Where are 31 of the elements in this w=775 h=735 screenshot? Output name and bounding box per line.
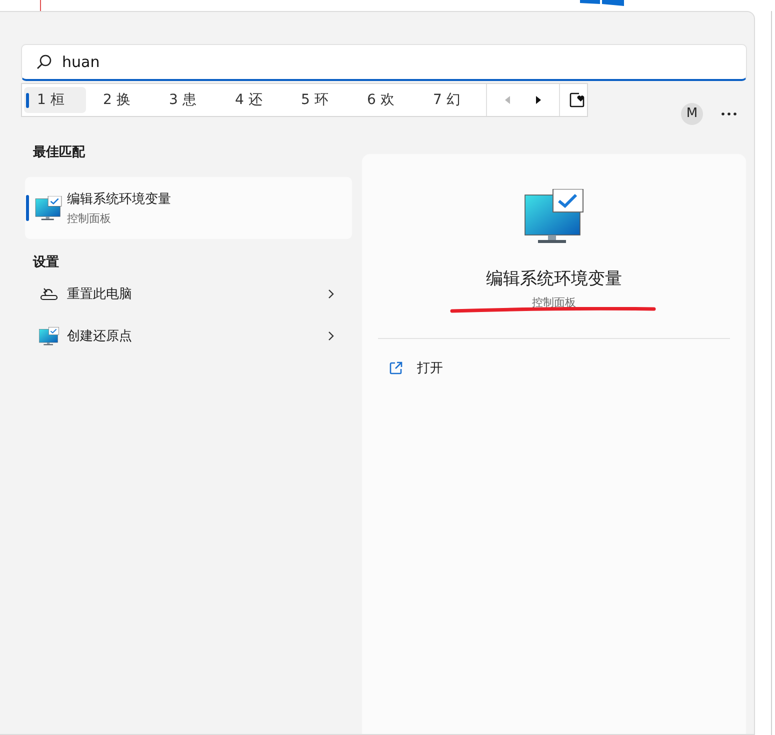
candidate-item[interactable]: 6 欢 xyxy=(354,87,416,113)
candidate-item[interactable]: 5 环 xyxy=(288,87,350,113)
open-external-icon xyxy=(389,361,404,375)
section-heading: 设置 xyxy=(33,254,60,272)
chevron-right-icon xyxy=(328,289,334,299)
candidate-item[interactable]: 1 桓 xyxy=(24,87,86,113)
result-title: 编辑系统环境变量 xyxy=(67,191,171,208)
reset-icon xyxy=(39,286,59,302)
chevron-right-icon xyxy=(328,331,334,341)
app-subtitle: 控制面板 xyxy=(532,295,576,310)
section-heading: 最佳匹配 xyxy=(33,144,86,162)
app-title: 编辑系统环境变量 xyxy=(486,268,622,290)
selection-indicator xyxy=(26,195,29,221)
monitor-icon xyxy=(524,189,584,245)
result-item[interactable]: 编辑系统环境变量 控制面板 xyxy=(25,177,352,239)
more-icon[interactable] xyxy=(721,112,737,116)
result-subtitle: 控制面板 xyxy=(67,211,112,226)
monitor-icon xyxy=(35,196,62,220)
settings-item[interactable]: 重置此电脑 xyxy=(25,273,352,315)
window-edge xyxy=(40,0,41,11)
candidate-item[interactable]: 4 还 xyxy=(222,87,284,113)
settings-item[interactable]: 创建还原点 xyxy=(25,315,352,357)
candidate-item[interactable]: 2 换 xyxy=(90,87,152,113)
logo-icon xyxy=(580,0,624,6)
search-field[interactable]: huan xyxy=(21,44,747,81)
heart-icon xyxy=(569,92,585,108)
account-avatar[interactable]: M xyxy=(681,103,703,125)
open-action[interactable]: 打开 xyxy=(389,353,470,383)
candidate-item[interactable]: 3 患 xyxy=(156,87,218,113)
candidate-item[interactable]: 7 幻 xyxy=(420,87,482,113)
monitor-icon xyxy=(39,326,59,346)
